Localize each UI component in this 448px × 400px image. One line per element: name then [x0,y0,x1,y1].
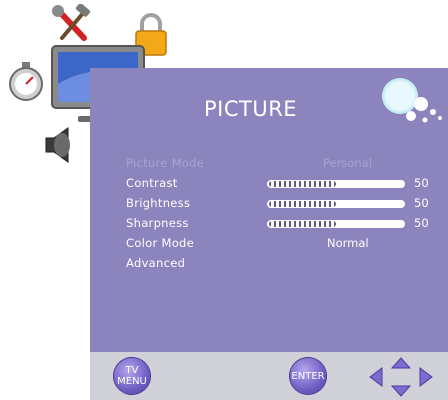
sharpness-slider[interactable] [267,220,405,228]
contrast-value: 50 [414,176,429,190]
tools-icon[interactable] [50,4,94,44]
enter-label: ENTER [291,370,325,382]
enter-button[interactable]: ENTER [290,358,326,394]
picture-mode-value: Personal [323,156,372,170]
bubbles-decoration-icon [382,78,442,123]
sharpness-value: 50 [414,216,429,230]
color-mode-value: Normal [327,236,369,250]
menu-item-brightness[interactable]: Brightness [126,196,190,210]
menu-item-color-mode[interactable]: Color Mode [126,236,194,250]
menu-title: PICTURE [204,97,298,121]
brightness-value: 50 [414,196,429,210]
timer-icon[interactable] [6,60,46,102]
menu-item-advanced[interactable]: Advanced [126,256,185,270]
tv-menu-line1: TV [125,365,139,376]
tv-menu-button[interactable]: TV MENU [114,358,150,394]
tv-menu-line2: MENU [117,376,147,387]
speaker-icon[interactable] [42,126,78,164]
contrast-slider[interactable] [267,180,405,188]
menu-item-contrast[interactable]: Contrast [126,176,178,190]
brightness-slider[interactable] [267,200,405,208]
menu-item-picture-mode[interactable]: Picture Mode [126,156,204,170]
menu-item-sharpness[interactable]: Sharpness [126,216,189,230]
arrow-keys-icon[interactable] [366,356,436,398]
